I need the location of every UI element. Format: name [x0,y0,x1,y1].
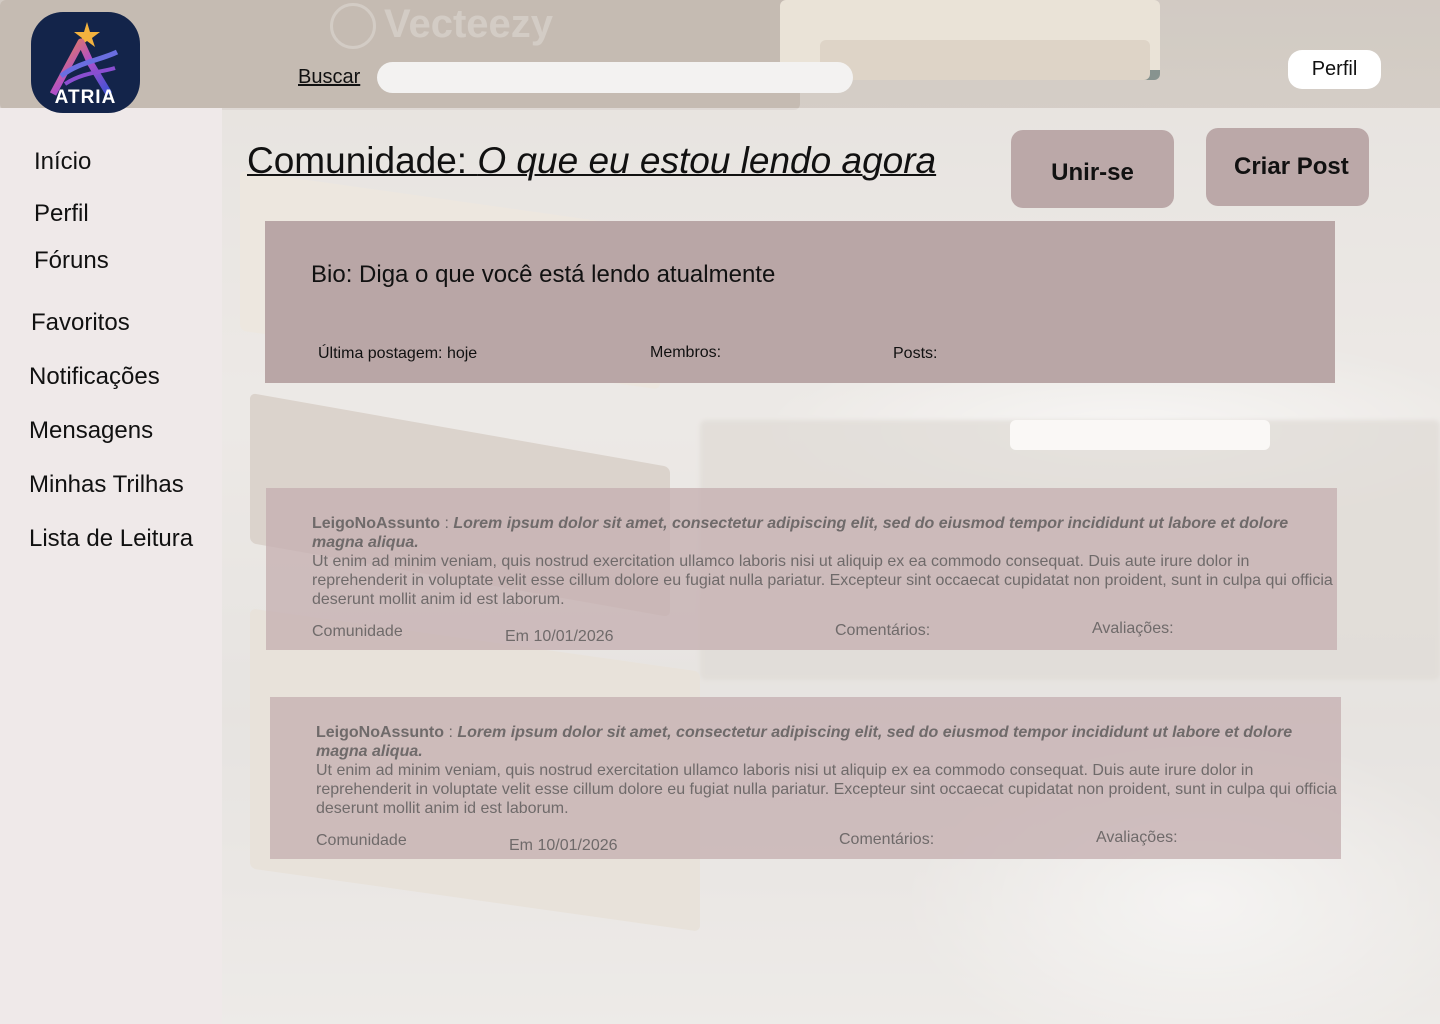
atria-logo[interactable]: ATRIA [31,12,140,113]
sidebar-item-mensagens[interactable]: Mensagens [29,417,153,445]
post-separator: : [440,515,454,532]
community-name: O que eu estou lendo agora [477,140,937,181]
watermark: Vecteezy [330,2,590,58]
sidebar-item-lista-de-leitura[interactable]: Lista de Leitura [29,525,193,553]
create-post-button[interactable]: Criar Post [1206,128,1369,206]
post-date: Em 10/01/2026 [505,628,614,645]
post-lead: Lorem ipsum dolor sit amet, consectetur … [312,515,1289,551]
sidebar: Início Perfil Fóruns Favoritos Notificaç… [0,108,222,1024]
search-link[interactable]: Buscar [298,66,360,89]
sidebar-item-minhas-trilhas[interactable]: Minhas Trilhas [29,471,184,499]
community-bio: Bio: Diga o que você está lendo atualmen… [311,261,776,288]
post-comments[interactable]: Comentários: [835,622,930,640]
search-input[interactable] [377,62,853,93]
post-comments[interactable]: Comentários: [839,831,934,849]
sidebar-item-perfil[interactable]: Perfil [34,200,89,228]
post-community[interactable]: Comunidade [312,623,403,641]
sidebar-item-inicio[interactable]: Início [34,148,91,176]
post-lead: Lorem ipsum dolor sit amet, consectetur … [316,724,1293,760]
posts-stat: Posts: [893,345,938,362]
sidebar-item-foruns[interactable]: Fóruns [34,247,109,275]
post-community[interactable]: Comunidade [316,832,407,850]
post-card[interactable]: LeigoNoAssunto : Lorem ipsum dolor sit a… [266,488,1337,650]
post-card[interactable]: LeigoNoAssunto : Lorem ipsum dolor sit a… [270,697,1341,859]
post-body: Ut enim ad minim veniam, quis nostrud ex… [316,762,1337,817]
page-title: Comunidade: O que eu estou lendo agora [247,140,936,182]
post-author[interactable]: LeigoNoAssunto [316,724,444,741]
sidebar-item-notificacoes[interactable]: Notificações [29,363,160,391]
join-button[interactable]: Unir-se [1011,130,1174,208]
community-info-card: Bio: Diga o que você está lendo atualmen… [265,221,1335,383]
last-post-stat: Última postagem: hoje [318,345,478,362]
logo-text: ATRIA [54,87,117,108]
post-ratings[interactable]: Avaliações: [1096,829,1178,847]
sidebar-item-favoritos[interactable]: Favoritos [31,309,130,337]
page-title-prefix: Comunidade: [247,140,478,181]
members-stat: Membros: [650,344,722,361]
post-content: LeigoNoAssunto : Lorem ipsum dolor sit a… [316,723,1341,818]
profile-button[interactable]: Perfil [1288,50,1381,89]
post-date: Em 10/01/2026 [509,837,618,854]
post-separator: : [444,724,458,741]
post-author[interactable]: LeigoNoAssunto [312,515,440,532]
post-body: Ut enim ad minim veniam, quis nostrud ex… [312,553,1333,608]
post-content: LeigoNoAssunto : Lorem ipsum dolor sit a… [312,514,1337,609]
post-ratings[interactable]: Avaliações: [1092,620,1174,638]
